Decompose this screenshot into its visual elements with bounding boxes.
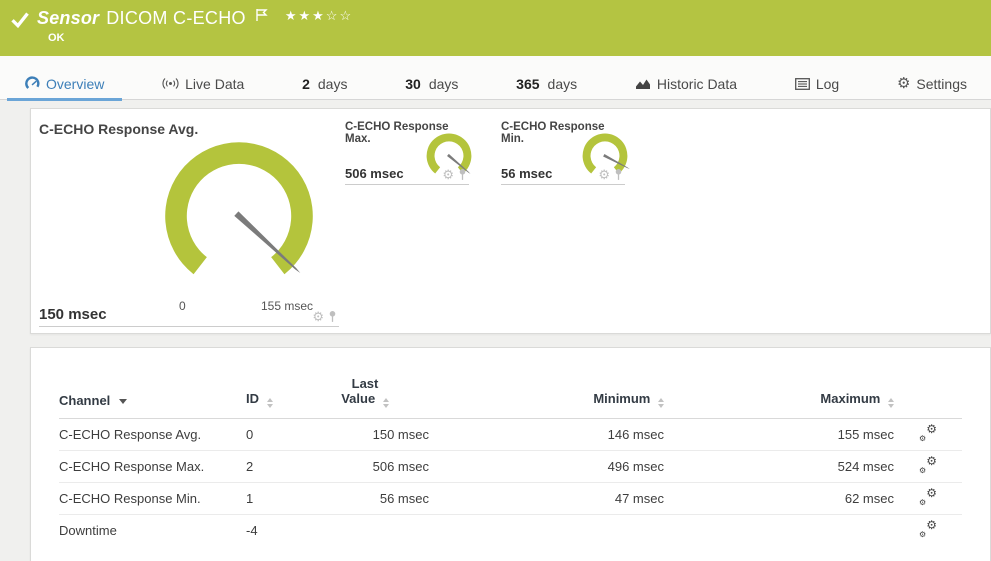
tab-live-data[interactable]: Live Data <box>162 68 244 100</box>
gauge-response-max: C-ECHO Response Max. 506 msec ⚙ <box>345 121 469 185</box>
stars-empty: ☆☆ <box>326 8 353 23</box>
channel-last-value: 56 msec <box>301 483 429 515</box>
channel-minimum: 496 msec <box>429 451 664 483</box>
priority-stars[interactable]: ★★★☆☆ <box>285 8 353 24</box>
channel-maximum: 62 msec <box>664 483 894 515</box>
pin-icon[interactable] <box>458 168 467 181</box>
channel-name[interactable]: C-ECHO Response Max. <box>59 451 246 483</box>
gauge-response-min: C-ECHO Response Min. 56 msec ⚙ <box>501 121 625 185</box>
channel-settings-icon[interactable]: ⚙⚙ <box>919 425 937 442</box>
table-row[interactable]: C-ECHO Response Max. 2 506 msec 496 msec… <box>59 451 962 483</box>
page-content: C-ECHO Response Avg. 0 155 msec 150 msec… <box>0 100 991 561</box>
tab-label: Historic Data <box>657 76 737 92</box>
tab-label: Live Data <box>185 76 244 92</box>
column-header-id[interactable]: ID <box>246 372 301 419</box>
channels-panel: Channel ID Last Value Minimum <box>30 347 991 561</box>
channel-id: 2 <box>246 451 301 483</box>
channel-last-value <box>301 515 429 547</box>
channel-settings-icon[interactable]: ⚙⚙ <box>919 457 937 474</box>
channels-table: Channel ID Last Value Minimum <box>59 372 962 547</box>
tab-2-days[interactable]: 2 days <box>302 68 347 100</box>
sort-icon <box>888 398 894 408</box>
tab-label: Log <box>816 76 839 92</box>
table-row[interactable]: Downtime -4 ⚙⚙ <box>59 515 962 547</box>
channel-name[interactable]: C-ECHO Response Avg. <box>59 419 246 451</box>
sensor-status-banner: Sensor DICOM C-ECHO ★★★☆☆ OK <box>0 0 991 56</box>
column-header-channel[interactable]: Channel <box>59 372 246 419</box>
gauge-scale-min: 0 <box>179 299 186 313</box>
gauge-tab-icon <box>25 76 40 91</box>
channel-minimum <box>429 515 664 547</box>
header-label: Maximum <box>820 391 880 406</box>
channel-id: -4 <box>246 515 301 547</box>
tab-label: days <box>548 76 578 92</box>
sort-icon <box>267 398 273 408</box>
stars-filled: ★★★ <box>285 8 326 23</box>
tab-overview[interactable]: Overview <box>25 68 104 100</box>
gauge-current-value: 56 msec <box>501 166 552 181</box>
channel-settings-icon[interactable]: ⚙⚙ <box>919 489 937 506</box>
channel-minimum: 47 msec <box>429 483 664 515</box>
broadcast-icon <box>162 77 179 90</box>
tab-log[interactable]: Log <box>795 68 839 100</box>
header-label: Last <box>301 376 429 391</box>
gear-icon[interactable]: ⚙ <box>312 310 324 323</box>
tab-label: Settings <box>916 76 967 92</box>
ok-check-icon <box>10 9 30 29</box>
channel-last-value: 506 msec <box>301 451 429 483</box>
object-kind-label: Sensor <box>37 8 99 29</box>
table-row[interactable]: C-ECHO Response Min. 1 56 msec 47 msec 6… <box>59 483 962 515</box>
gauge-dial <box>149 133 329 291</box>
gauge-scale-max: 155 msec <box>261 299 313 313</box>
gear-icon: ⚙ <box>897 76 910 91</box>
channel-name[interactable]: C-ECHO Response Min. <box>59 483 246 515</box>
tab-number: 2 <box>302 76 310 92</box>
column-header-maximum[interactable]: Maximum <box>664 372 894 419</box>
pin-icon[interactable] <box>614 168 623 181</box>
flag-icon[interactable] <box>255 8 268 22</box>
tab-label: days <box>318 76 348 92</box>
column-header-minimum[interactable]: Minimum <box>429 372 664 419</box>
area-chart-icon <box>635 77 651 90</box>
channel-maximum: 155 msec <box>664 419 894 451</box>
channel-id: 1 <box>246 483 301 515</box>
gear-icon[interactable]: ⚙ <box>598 168 610 181</box>
tab-number: 365 <box>516 76 539 92</box>
tab-number: 30 <box>405 76 421 92</box>
gauge-current-value: 506 msec <box>345 166 404 181</box>
gauge-current-value: 150 msec <box>39 306 107 323</box>
log-list-icon <box>795 78 810 90</box>
channel-settings-icon[interactable]: ⚙⚙ <box>919 521 937 538</box>
sort-desc-icon <box>119 399 127 404</box>
sort-icon <box>658 398 664 408</box>
status-badge: OK <box>48 32 991 44</box>
channel-name[interactable]: Downtime <box>59 515 246 547</box>
sensor-title: DICOM C-ECHO <box>106 8 246 29</box>
channel-last-value: 150 msec <box>301 419 429 451</box>
sort-icon <box>383 398 389 408</box>
header-label: Minimum <box>593 391 650 406</box>
header-label: Value <box>341 391 375 406</box>
channel-id: 0 <box>246 419 301 451</box>
tab-settings[interactable]: ⚙ Settings <box>897 68 967 100</box>
header-label: Channel <box>59 393 110 408</box>
column-header-last-value[interactable]: Last Value <box>301 372 429 419</box>
tab-label: days <box>429 76 459 92</box>
tab-bar: Overview Live Data 2 days 30 days 365 da… <box>0 56 991 100</box>
tab-historic-data[interactable]: Historic Data <box>635 68 737 100</box>
header-label: ID <box>246 391 259 406</box>
table-row[interactable]: C-ECHO Response Avg. 0 150 msec 146 msec… <box>59 419 962 451</box>
channel-maximum <box>664 515 894 547</box>
tab-365-days[interactable]: 365 days <box>516 68 577 100</box>
channel-minimum: 146 msec <box>429 419 664 451</box>
gauge-response-avg: C-ECHO Response Avg. 0 155 msec 150 msec… <box>39 121 339 327</box>
tab-label: Overview <box>46 76 104 92</box>
tab-30-days[interactable]: 30 days <box>405 68 458 100</box>
column-header-actions <box>894 372 962 419</box>
gear-icon[interactable]: ⚙ <box>442 168 454 181</box>
channel-maximum: 524 msec <box>664 451 894 483</box>
pin-icon[interactable] <box>328 310 337 323</box>
gauges-panel: C-ECHO Response Avg. 0 155 msec 150 msec… <box>30 108 991 334</box>
